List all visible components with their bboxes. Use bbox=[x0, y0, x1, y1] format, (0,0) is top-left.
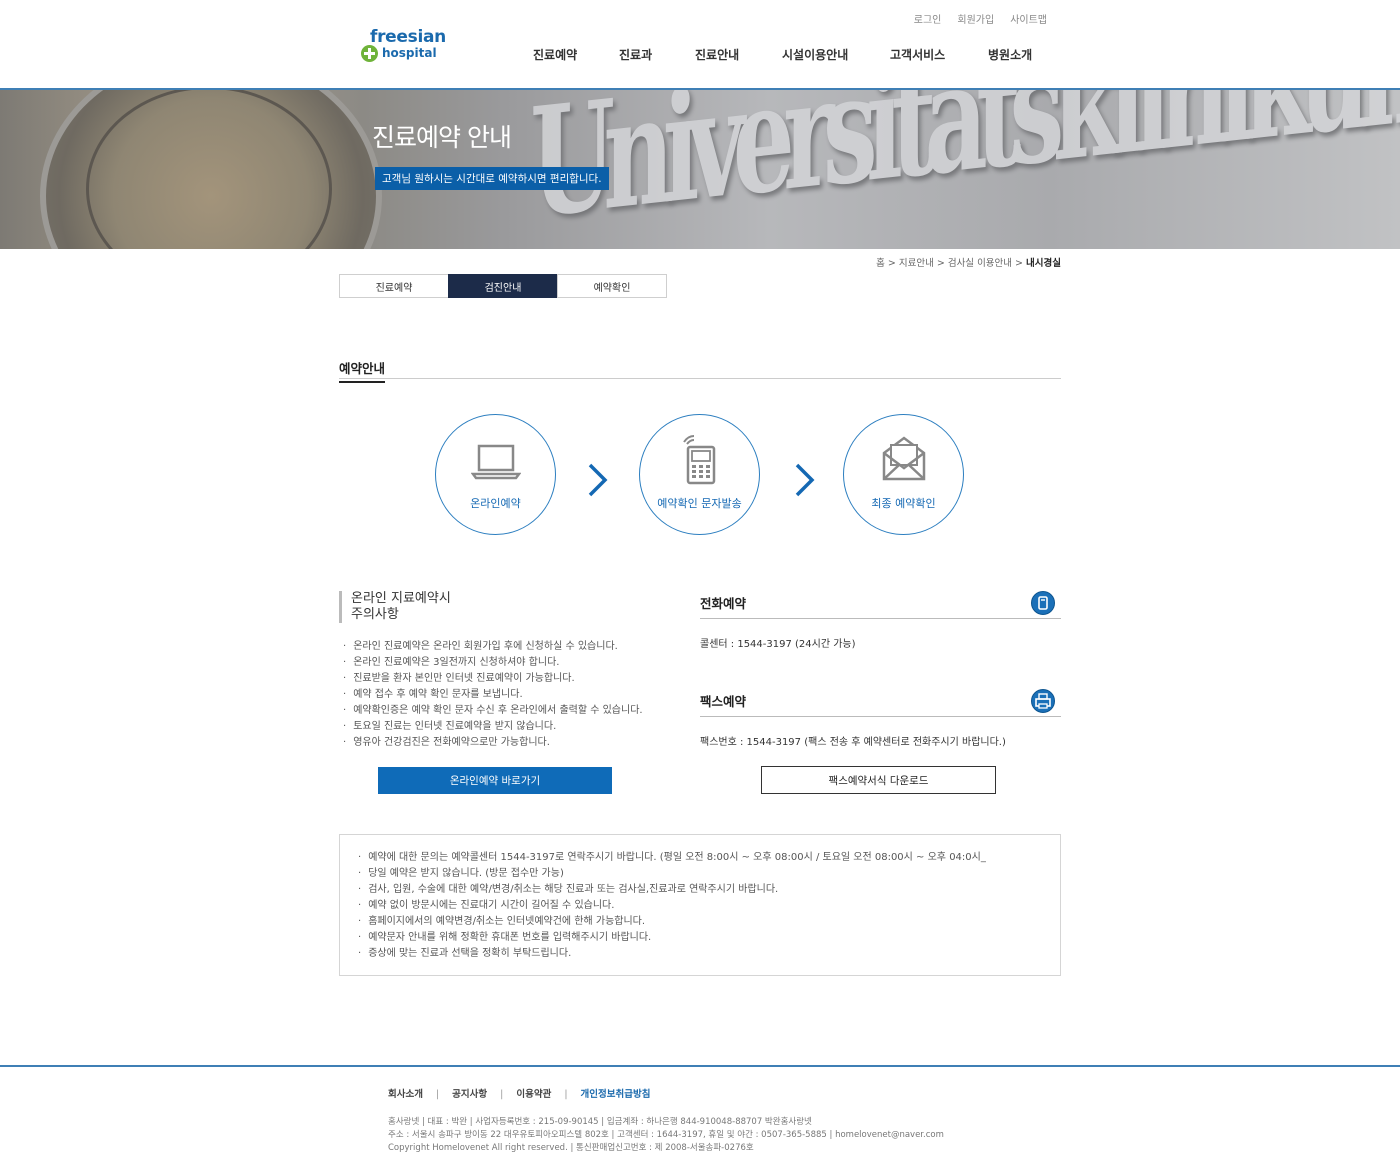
notes-heading: 온라인 지료예약시 주의사항 bbox=[339, 591, 659, 623]
step-label: 예약확인 문자발송 bbox=[657, 497, 742, 510]
banner-title: 진료예약 안내 bbox=[372, 123, 512, 152]
footer-link-privacy[interactable]: 개인정보취급방침 bbox=[581, 1089, 651, 1100]
signup-link[interactable]: 회원가입 bbox=[957, 11, 994, 26]
fax-reservation-title: 팩스예약 bbox=[700, 688, 1061, 717]
list-item: 예약확인증은 예약 확인 문자 수신 후 온라인에서 출력할 수 있습니다. bbox=[343, 703, 683, 719]
online-reservation-notes: 온라인 지료예약시 주의사항 온라인 진료예약은 온라인 회원가입 후에 신청하… bbox=[339, 591, 659, 748]
site-header: 로그인 회원가입 사이트맵 freesian hospital 진료예약 진료과… bbox=[0, 0, 1400, 90]
breadcrumb-current: 내시경실 bbox=[1026, 258, 1061, 269]
sub-tabs: 진료예약 검진안내 예약확인 bbox=[339, 274, 667, 298]
notes-heading-line1: 온라인 지료예약시 bbox=[351, 591, 451, 606]
section-title: 예약안내 bbox=[339, 358, 1061, 383]
list-item: 온라인 진료예약은 온라인 회원가입 후에 신청하실 수 있습니다. bbox=[343, 639, 683, 655]
phone-title-text: 전화예약 bbox=[700, 596, 747, 611]
nav-item-facilities[interactable]: 시설이용안내 bbox=[782, 46, 848, 63]
list-item: 예약문자 안내를 위해 정확한 휴대폰 번호를 입력해주시기 바랍니다. bbox=[358, 930, 986, 946]
footer-links: 회사소개 | 공지사항 | 이용약관 | 개인정보취급방침 bbox=[388, 1086, 650, 1100]
step-label: 최종 예약확인 bbox=[871, 497, 936, 510]
list-item: 당일 예약은 받지 않습니다. (방문 접수만 가능) bbox=[358, 866, 986, 882]
list-item: 검사, 입원, 수술에 대한 예약/변경/취소는 해당 진료과 또는 검사실,진… bbox=[358, 882, 986, 898]
banner-watermark-text: Universitätsklinikum Ulm bbox=[530, 90, 1400, 249]
fax-form-download-button[interactable]: 팩스예약서식 다운로드 bbox=[761, 766, 996, 794]
list-item: 예약 없이 방문시에는 진료대기 시간이 길어질 수 있습니다. bbox=[358, 898, 986, 914]
banner-emblem-image bbox=[40, 90, 382, 249]
chevron-right-icon bbox=[588, 463, 608, 497]
nav-item-about[interactable]: 병원소개 bbox=[988, 46, 1032, 63]
envelope-icon bbox=[882, 436, 925, 481]
section-title-text: 예약안내 bbox=[339, 358, 386, 383]
tab-reservation[interactable]: 진료예약 bbox=[339, 274, 449, 298]
list-item: 예약에 대한 문의는 예약콜센터 1544-3197로 연락주시기 바랍니다. … bbox=[358, 850, 986, 866]
breadcrumb: 홈 > 지료안내 > 검사실 이용안내 > 내시경실 bbox=[876, 255, 1061, 269]
footer-link-terms[interactable]: 이용약관 bbox=[516, 1089, 551, 1100]
list-item: 영유아 건강검진은 전화예약으로만 가능합니다. bbox=[343, 735, 683, 751]
fax-title-text: 팩스예약 bbox=[700, 694, 747, 709]
fax-reservation-block: 팩스예약 팩스번호 : 1544-3197 (팩스 전송 후 예약센터로 전화주… bbox=[700, 688, 1061, 748]
list-item: 예약 접수 후 예약 확인 문자를 보냅니다. bbox=[343, 687, 683, 703]
list-item: 온라인 진료예약은 3일전까지 신청하셔야 합니다. bbox=[343, 655, 683, 671]
logo-text-freesian: freesian bbox=[370, 27, 446, 47]
utility-links: 로그인 회원가입 사이트맵 bbox=[914, 11, 1047, 26]
fax-reservation-text: 팩스번호 : 1544-3197 (팩스 전송 후 예약센터로 전화주시기 바랍… bbox=[700, 737, 1006, 748]
notes-heading-line2: 주의사항 bbox=[351, 607, 399, 622]
reservation-info-box: 예약에 대한 문의는 예약콜센터 1544-3197로 연락주시기 바랍니다. … bbox=[339, 834, 1061, 976]
list-item: 홈페이지에서의 예약변경/취소는 인터넷예약건에 한해 가능합니다. bbox=[358, 914, 986, 930]
nav-item-departments[interactable]: 진료과 bbox=[619, 46, 652, 63]
site-footer: 회사소개 | 공지사항 | 이용약관 | 개인정보취급방침 홈사랑넷 | 대표 : 박완 |… bbox=[0, 1065, 1400, 1173]
footer-info-line: 주소 : 서울시 송파구 방이동 22 대우유토피아오피스텔 802호 | 고객… bbox=[388, 1130, 944, 1140]
footer-info-line: Copyright Homelovenet All right reserved… bbox=[388, 1143, 754, 1153]
main-navigation: 진료예약 진료과 진료안내 시설이용안내 고객서비스 병원소개 bbox=[0, 46, 1400, 66]
hero-banner: Universitätsklinikum Ulm 진료예약 안내 고객님 원하시… bbox=[0, 90, 1400, 249]
footer-info-line: 홈사랑넷 | 대표 : 박완 | 사업자등록번호 : 215-09-90145 … bbox=[388, 1117, 812, 1127]
chevron-right-icon bbox=[795, 463, 815, 497]
phone-reservation-block: 전화예약 콜센터 : 1544-3197 (24시간 가능) bbox=[700, 590, 1061, 650]
nav-item-guide[interactable]: 진료안내 bbox=[695, 46, 739, 63]
phone-reservation-text: 콜센터 : 1544-3197 (24시간 가능) bbox=[700, 639, 856, 650]
list-item: 진료받을 환자 본인만 인터넷 진료예약이 가능합니다. bbox=[343, 671, 683, 687]
notes-list: 온라인 진료예약은 온라인 회원가입 후에 신청하실 수 있습니다. 온라인 진… bbox=[343, 639, 683, 751]
footer-separator: | bbox=[500, 1089, 504, 1100]
login-link[interactable]: 로그인 bbox=[914, 11, 942, 26]
online-reservation-button[interactable]: 온라인예약 바로가기 bbox=[378, 767, 612, 794]
step-sms-confirmation: 예약확인 문자발송 bbox=[639, 414, 760, 535]
footer-link-company[interactable]: 회사소개 bbox=[388, 1089, 423, 1100]
footer-separator: | bbox=[564, 1089, 568, 1100]
breadcrumb-path[interactable]: 홈 > 지료안내 > 검사실 이용안내 > bbox=[876, 258, 1026, 269]
step-final-confirmation: 최종 예약확인 bbox=[843, 414, 964, 535]
phone-icon bbox=[1031, 591, 1055, 615]
nav-item-customer-service[interactable]: 고객서비스 bbox=[890, 46, 945, 63]
laptop-icon bbox=[470, 444, 521, 480]
nav-item-reservation[interactable]: 진료예약 bbox=[533, 46, 577, 63]
list-item: 증상에 맞는 진료과 선택을 정확히 부탁드립니다. bbox=[358, 946, 986, 962]
banner-subtitle: 고객님 원하시는 시간대로 예약하시면 편리합니다. bbox=[375, 167, 609, 190]
info-list: 예약에 대한 문의는 예약콜센터 1544-3197로 연락주시기 바랍니다. … bbox=[358, 850, 986, 962]
step-online-reservation: 온라인예약 bbox=[435, 414, 556, 535]
step-label: 온라인예약 bbox=[470, 497, 521, 510]
sitemap-link[interactable]: 사이트맵 bbox=[1010, 11, 1047, 26]
phone-reservation-title: 전화예약 bbox=[700, 590, 1061, 619]
tab-reservation-check[interactable]: 예약확인 bbox=[557, 274, 667, 298]
tab-checkup-guide[interactable]: 검진안내 bbox=[448, 274, 558, 298]
fax-icon bbox=[1031, 689, 1055, 713]
footer-company-info: 홈사랑넷 | 대표 : 박완 | 사업자등록번호 : 215-09-90145 … bbox=[388, 1116, 944, 1155]
mobile-phone-icon bbox=[682, 435, 715, 485]
footer-separator: | bbox=[435, 1089, 440, 1100]
list-item: 토요일 진료는 인터넷 진료예약을 받지 않습니다. bbox=[343, 719, 683, 735]
footer-link-notice[interactable]: 공지사항 bbox=[452, 1089, 487, 1100]
